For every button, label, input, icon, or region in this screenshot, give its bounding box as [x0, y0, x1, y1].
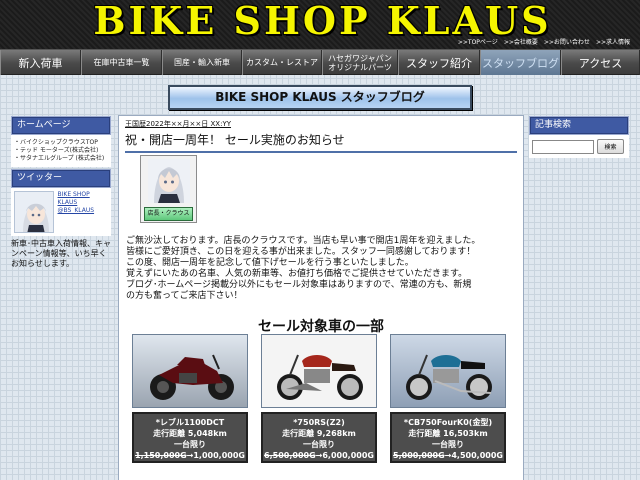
nav-item-original-parts-line1: ハセガワジャパン — [328, 53, 392, 63]
twitter-name-link[interactable]: BIKE SHOP KLAUS — [58, 191, 108, 207]
post-line: ご無沙汰しております。店長のクラウスです。当店も早い事で開店1周年を迎えました。 — [126, 236, 481, 246]
bike-price: 5,000,000G→4,500,000G — [393, 451, 503, 460]
twitter-description: 新車･中古車入荷情報、キャンペーン情報等、いち早くお知らせします。 — [11, 239, 111, 268]
home-link-satanael[interactable]: ・サタナエルグループ (株式会社) — [14, 155, 108, 163]
post-body: ご無沙汰しております。店長のクラウスです。当店も早い事で開店1周年を迎えました。… — [126, 236, 518, 302]
bike-old-price: 1,150,000G — [135, 451, 187, 460]
sale-bike-card: *レブル1100DCT 走行距離 5,048km 一台限り 1,150,000G… — [132, 334, 248, 463]
bike-mileage: 走行距離 9,268km — [282, 429, 356, 438]
bike-photo-rebel[interactable] — [132, 334, 248, 408]
bike-caption: *750RS(Z2) 走行距離 9,268km 一台限り 6,500,000G→… — [261, 412, 377, 463]
sale-bike-card: *750RS(Z2) 走行距離 9,268km 一台限り 6,500,000G→… — [261, 334, 377, 463]
bike-old-price: 5,000,000G — [393, 451, 445, 460]
post-line: この度、開店一周年を記念して値下げセールを行う事といたしました。 — [126, 258, 414, 268]
bike-caption: *レブル1100DCT 走行距離 5,048km 一台限り 1,150,000G… — [132, 412, 248, 463]
search-input[interactable] — [532, 139, 594, 154]
page-title: BIKE SHOP KLAUS スタッフブログ — [168, 85, 472, 110]
blog-post: 王国歴2022年××月××日 XX:YY 祝・開店一周年！ セール実施のお知らせ… — [118, 115, 524, 480]
left-sidebar: ホームページ ・バイクショップクラウスTOP ・テッド モーターズ(株式会社) … — [11, 116, 111, 269]
nav-item-custom-restore[interactable]: カスタム・レストア — [242, 50, 322, 75]
bike-photo-cb750[interactable] — [390, 334, 506, 408]
post-line: ブログ･ホームページ掲載分以外にもセール対象車はありますので、常連の方も、新規 — [126, 280, 472, 290]
bike-caption: *CB750FourK0(金型) 走行距離 16,503km 一台限り 5,00… — [390, 412, 506, 463]
twitter-info: BIKE SHOP KLAUS @BS_KLAUS — [58, 191, 108, 233]
sale-section-title: セール対象車の一部 — [258, 319, 384, 335]
post-title: 祝・開店一周年！ セール実施のお知らせ — [125, 131, 517, 153]
bike-mileage: 走行距離 16,503km — [408, 429, 488, 438]
twitter-box: BIKE SHOP KLAUS @BS_KLAUS — [11, 188, 111, 236]
nav-item-original-parts-line2: オリジナルパーツ — [328, 62, 392, 72]
post-line: の方も奮ってご来店下さい！ — [126, 291, 243, 301]
bike-photo-750rs[interactable] — [261, 334, 377, 408]
home-link-top[interactable]: ・バイクショップクラウスTOP — [14, 139, 108, 147]
bike-price: 6,500,000G→6,000,000G — [264, 451, 374, 460]
author-label: 店長・クラウス — [144, 207, 193, 221]
twitter-avatar[interactable] — [14, 191, 54, 233]
bike-note: 一台限り — [303, 440, 335, 449]
motorcycle-icon — [406, 354, 492, 400]
post-line: 覚えずにいたあの名車、人気の新車等、お値打ち価格でご提供させていただきます。 — [126, 269, 468, 279]
author-card: 店長・クラウス — [140, 155, 197, 223]
twitter-box-title: ツイッター — [11, 169, 111, 188]
nav-item-used-stock[interactable]: 在庫中古車一覧 — [81, 50, 162, 75]
bike-name: *CB750FourK0(金型) — [403, 418, 493, 427]
bike-new-price: 4,500,000G — [451, 451, 503, 460]
util-link-contact[interactable]: >>お問い合わせ — [544, 38, 590, 48]
nav-item-staff-blog[interactable]: スタッフブログ — [480, 50, 561, 75]
bike-old-price: 6,500,000G — [264, 451, 316, 460]
bike-mileage: 走行距離 5,048km — [153, 429, 227, 438]
post-line: 皆様にご愛好頂き、この日を迎える事が出来ました。スタッフ一同感謝しております！ — [126, 247, 476, 257]
site-header: BIKE SHOP KLAUS >>TOPページ >>会社概要 >>お問い合わせ… — [0, 0, 640, 50]
nav-item-new-arrivals[interactable]: 新入荷車 — [0, 50, 81, 75]
main-nav: 新入荷車 在庫中古車一覧 国産・輸入新車 カスタム・レストア ハセガワジャパン … — [0, 50, 640, 75]
author-portrait — [148, 159, 190, 203]
avatar-icon — [15, 192, 53, 232]
bike-name: *750RS(Z2) — [293, 418, 345, 427]
site-title[interactable]: BIKE SHOP KLAUS — [20, 0, 625, 42]
bike-note: 一台限り — [174, 440, 206, 449]
util-link-company[interactable]: >>会社概要 — [504, 38, 538, 48]
search-button[interactable]: 検索 — [597, 139, 624, 154]
bike-new-price: 1,000,000G — [193, 451, 245, 460]
home-box-title: ホームページ — [11, 116, 111, 135]
post-date[interactable]: 王国歴2022年××月××日 XX:YY — [125, 119, 517, 129]
bike-note: 一台限り — [432, 440, 464, 449]
right-sidebar: 記事検索 検索 — [529, 116, 629, 158]
motorcycle-icon — [150, 354, 234, 400]
util-link-recruit[interactable]: >>求人情報 — [596, 38, 630, 48]
util-link-top[interactable]: >>TOPページ — [458, 38, 498, 48]
nav-item-new-bikes[interactable]: 国産・輸入新車 — [162, 50, 242, 75]
author-avatar-icon — [148, 159, 190, 203]
motorcycle-icon — [277, 354, 363, 400]
search-box: 検索 — [529, 135, 629, 158]
home-link-ted-motors[interactable]: ・テッド モーターズ(株式会社) — [14, 147, 108, 155]
utility-links: >>TOPページ >>会社概要 >>お問い合わせ >>求人情報 — [458, 38, 630, 48]
nav-item-original-parts[interactable]: ハセガワジャパン オリジナルパーツ — [322, 50, 398, 75]
twitter-handle-link[interactable]: @BS_KLAUS — [58, 207, 108, 215]
bike-price: 1,150,000G→1,000,000G — [135, 451, 245, 460]
bike-name: *レブル1100DCT — [155, 418, 225, 427]
nav-item-custom-restore-label: カスタム・レストア — [246, 58, 318, 67]
bike-new-price: 6,000,000G — [322, 451, 374, 460]
home-box: ・バイクショップクラウスTOP ・テッド モーターズ(株式会社) ・サタナエルグ… — [11, 135, 111, 167]
nav-item-staff[interactable]: スタッフ紹介 — [398, 50, 480, 75]
sale-bike-card: *CB750FourK0(金型) 走行距離 16,503km 一台限り 5,00… — [390, 334, 506, 463]
nav-item-access[interactable]: アクセス — [561, 50, 640, 75]
search-box-title: 記事検索 — [529, 116, 629, 135]
